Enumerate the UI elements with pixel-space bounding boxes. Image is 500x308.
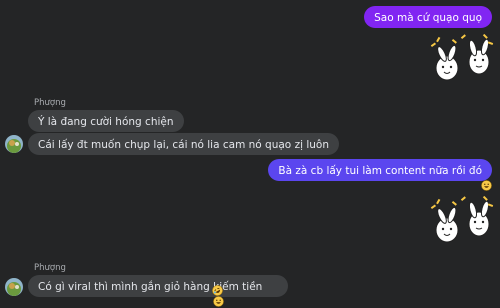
message-text: Ý là đang cười hóng chiện [38,116,174,128]
avatar[interactable] [5,278,23,296]
bunny-right [468,38,490,75]
outgoing-message-bubble[interactable]: Bà zà cb lấy tui làm content nữa rồi đó [268,159,492,181]
incoming-message-bubble[interactable]: Có gì viral thì mình gắn giỏ hàng kiếm t… [28,275,289,297]
message-text: Sao mà cứ quạo quọ [374,12,482,24]
sender-name: Phượng [34,98,66,108]
bunny-left [435,44,459,81]
avatar[interactable] [5,135,23,153]
grinning-face-icon[interactable] [481,176,492,191]
dancing-bunny-sticker[interactable] [428,195,496,246]
chat-thread: Sao mà cứ quạo quọ Phượng Ý là đang cười… [0,0,500,308]
message-text: Cái lấy đt muốn chụp lại, cái nó lia cam… [38,139,329,151]
grinning-face-icon[interactable] [213,292,224,307]
rolling-laughing-face-icon [212,281,223,296]
dancing-bunny-sticker[interactable] [428,33,496,84]
message-text: Có gì viral thì mình gắn giỏ hàng kiếm t… [38,281,263,293]
message-text: Bà zà cb lấy tui làm content nữa rồi đó [278,165,482,177]
incoming-message-bubble[interactable]: Cái lấy đt muốn chụp lại, cái nó lia cam… [28,133,339,155]
outgoing-message-bubble[interactable]: Sao mà cứ quạo quọ [364,6,492,28]
sender-name: Phượng [34,263,66,273]
incoming-message-bubble[interactable]: Ý là đang cười hóng chiện [28,110,184,132]
